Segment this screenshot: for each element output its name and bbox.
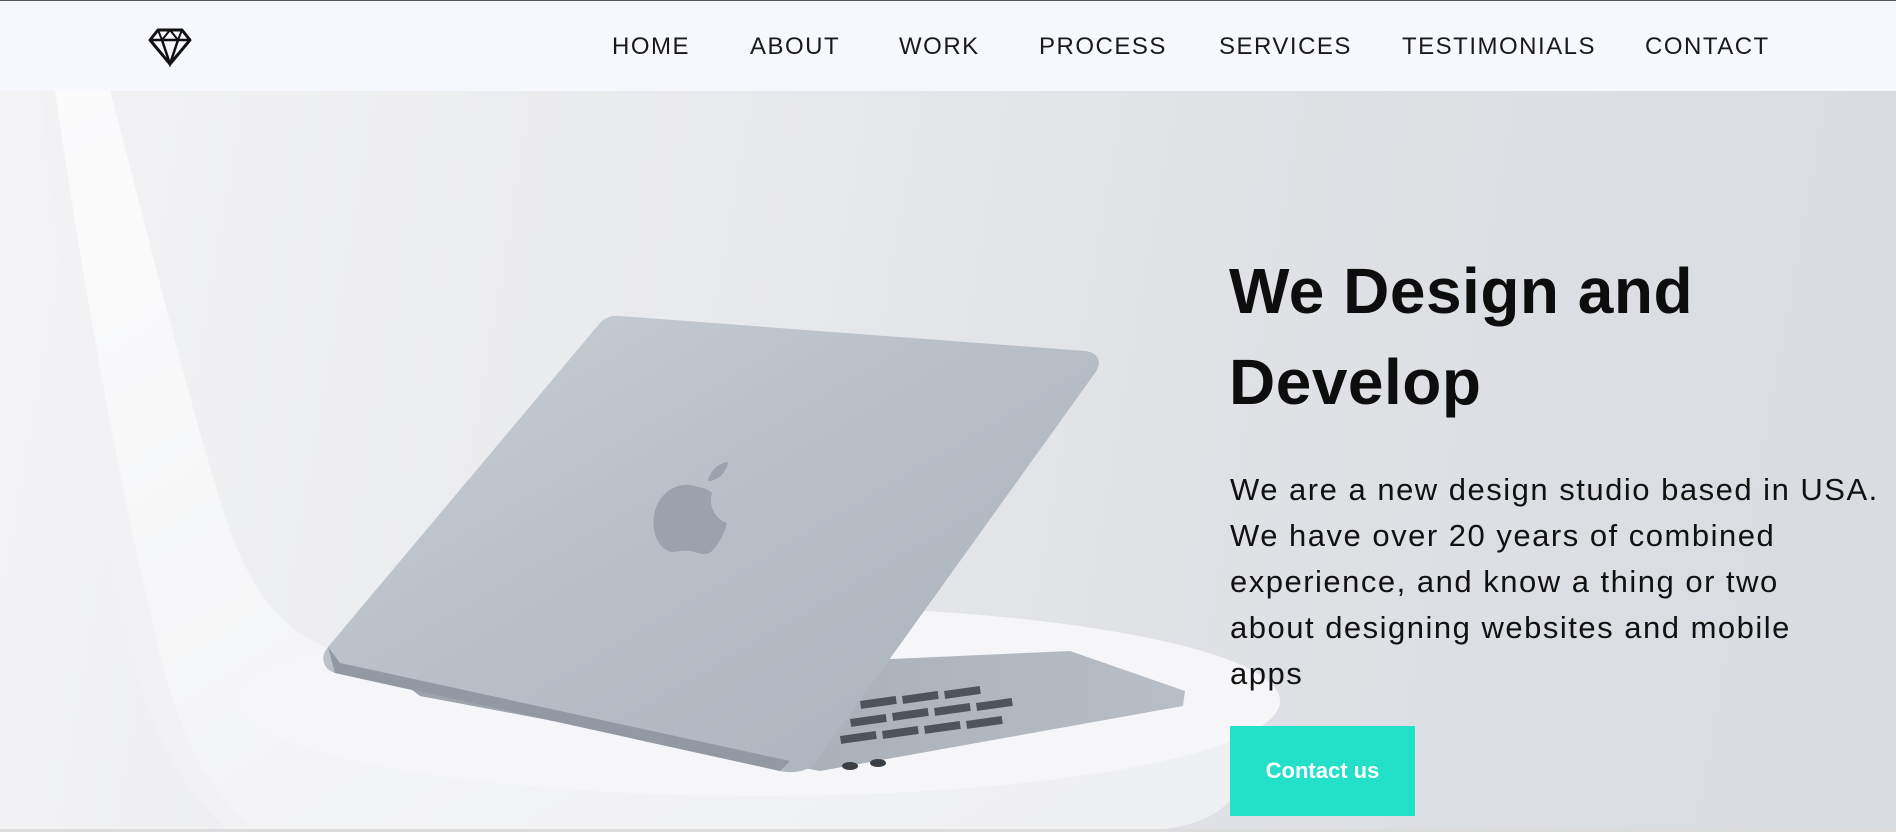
navbar: HOME ABOUT WORK PROCESS SERVICES TESTIMO… (0, 1, 1896, 91)
nav-services[interactable]: SERVICES (1219, 31, 1352, 63)
nav-contact[interactable]: CONTACT (1645, 31, 1770, 63)
contact-us-button[interactable]: Contact us (1230, 726, 1415, 816)
nav-work[interactable]: WORK (899, 31, 980, 63)
diamond-icon (148, 28, 192, 67)
logo-link[interactable] (148, 27, 192, 67)
nav-home[interactable]: HOME (612, 31, 690, 63)
hero-title: We Design and Develop (1229, 255, 1694, 418)
hero-description: We are a new design studio based in USA.… (1230, 472, 1879, 691)
nav-testimonials[interactable]: TESTIMONIALS (1402, 31, 1596, 63)
hero-section: We Design and Develop We are a new desig… (0, 91, 1896, 832)
nav-process[interactable]: PROCESS (1039, 31, 1167, 63)
nav-about[interactable]: ABOUT (750, 31, 840, 63)
hero-image (0, 91, 1896, 832)
